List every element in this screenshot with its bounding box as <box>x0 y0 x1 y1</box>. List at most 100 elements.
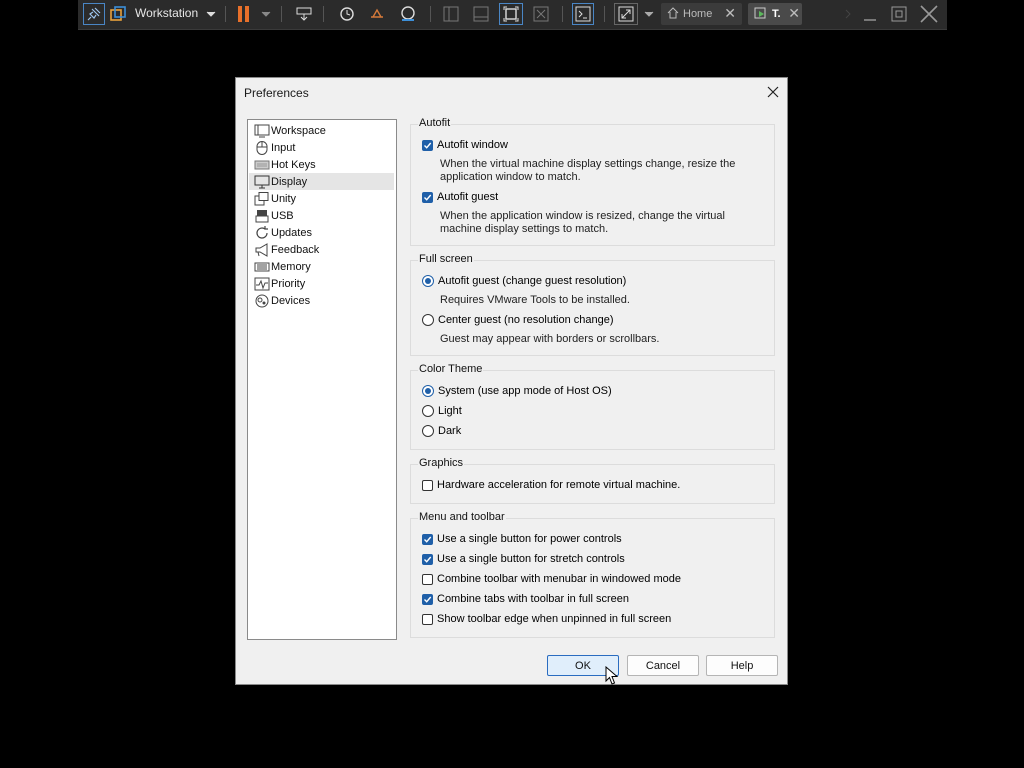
single-stretch-button-checkbox[interactable]: Use a single button for stretch controls <box>422 552 625 566</box>
chevron-right-icon <box>845 9 851 19</box>
checkbox-checked-icon <box>422 593 433 605</box>
tab-home[interactable]: Home ✕ <box>661 3 742 25</box>
minimize-icon <box>862 6 878 22</box>
workstation-logo-icon <box>109 3 127 25</box>
show-toolbar-edge-checkbox[interactable]: Show toolbar edge when unpinned in full … <box>422 612 671 626</box>
nav-label: Display <box>271 175 308 188</box>
nav-label: Input <box>271 141 296 154</box>
center-guest-radio[interactable]: Center guest (no resolution change) <box>422 313 614 327</box>
close-tab-icon[interactable]: ✕ <box>788 6 800 20</box>
app-menu-dropdown[interactable] <box>204 3 218 25</box>
radio-label: System (use app mode of Host OS) <box>438 385 612 397</box>
preferences-nav-list: Workspace Input Hot Keys Display Unity U… <box>247 119 397 640</box>
menu-toolbar-group: Menu and toolbar Use a single button for… <box>410 511 775 638</box>
stretch-button[interactable] <box>614 3 638 25</box>
close-tab-icon[interactable]: ✕ <box>724 6 736 20</box>
autofit-guest-radio[interactable]: Autofit guest (change guest resolution) <box>422 274 626 288</box>
tab-scroll-right[interactable] <box>842 3 854 25</box>
checkbox-checked-icon <box>422 139 433 151</box>
theme-light-radio[interactable]: Light <box>422 404 462 418</box>
single-power-button-checkbox[interactable]: Use a single button for power controls <box>422 532 622 546</box>
help-button[interactable]: Help <box>706 655 778 676</box>
full-screen-icon <box>503 6 519 22</box>
workspace-icon <box>254 124 270 138</box>
mouse-cursor-icon <box>605 665 619 689</box>
color-theme-group: Color Theme System (use app mode of Host… <box>410 363 775 450</box>
priority-icon <box>254 277 270 291</box>
checkbox-label: Hardware acceleration for remote virtual… <box>437 479 681 491</box>
tab-vm[interactable]: T. ✕ <box>748 3 802 25</box>
nav-item-devices[interactable]: Devices <box>249 292 394 309</box>
nav-item-workspace[interactable]: Workspace <box>249 122 394 139</box>
close-window-button[interactable] <box>919 3 939 25</box>
usb-icon <box>254 209 270 223</box>
autofit-group: Autofit Autofit window When the virtual … <box>410 117 775 246</box>
combine-tabs-toolbar-checkbox[interactable]: Combine tabs with toolbar in full screen <box>422 592 629 606</box>
checkbox-label: Use a single button for stretch controls <box>437 553 625 565</box>
pause-icon <box>237 6 251 22</box>
theme-system-radio[interactable]: System (use app mode of Host OS) <box>422 384 612 398</box>
radio-label: Center guest (no resolution change) <box>438 314 614 326</box>
cancel-button[interactable]: Cancel <box>627 655 699 676</box>
autofit-guest-checkbox[interactable]: Autofit guest <box>422 190 498 204</box>
console-view-button[interactable] <box>572 3 594 25</box>
nav-item-memory[interactable]: Memory <box>249 258 394 275</box>
unity-button[interactable] <box>531 3 551 25</box>
restore-button[interactable] <box>890 3 908 25</box>
group-title: Graphics <box>418 457 465 469</box>
monitor-icon <box>254 175 270 189</box>
checkbox-label: Use a single button for power controls <box>437 533 622 545</box>
dialog-close-button[interactable] <box>765 84 781 100</box>
snapshot-manager-button[interactable] <box>398 3 418 25</box>
show-thumbnail-bar-button[interactable] <box>471 3 491 25</box>
nav-label: Hot Keys <box>271 158 316 171</box>
checkbox-unchecked-icon <box>422 573 433 585</box>
show-library-button[interactable] <box>441 3 461 25</box>
checkbox-label: Autofit window <box>437 139 508 151</box>
combine-toolbar-menubar-checkbox[interactable]: Combine toolbar with menubar in windowed… <box>422 572 681 586</box>
theme-dark-radio[interactable]: Dark <box>422 424 461 438</box>
nav-item-updates[interactable]: Updates <box>249 224 394 241</box>
radio-unselected-icon <box>422 405 434 417</box>
nav-item-feedback[interactable]: Feedback <box>249 241 394 258</box>
snapshot-manager-icon <box>399 5 417 23</box>
tab-label: Home <box>683 8 713 20</box>
radio-unselected-icon <box>422 425 434 437</box>
nav-label: Updates <box>271 226 312 239</box>
radio-label: Dark <box>438 425 462 437</box>
nav-item-unity[interactable]: Unity <box>249 190 394 207</box>
send-ctrl-alt-del-button[interactable] <box>294 3 314 25</box>
hardware-acceleration-checkbox[interactable]: Hardware acceleration for remote virtual… <box>422 478 680 492</box>
nav-item-display[interactable]: Display <box>249 173 394 190</box>
group-title: Full screen <box>418 253 474 265</box>
snapshot-button[interactable] <box>336 3 356 25</box>
chevron-down-icon <box>644 11 654 17</box>
nav-item-usb[interactable]: USB <box>249 207 394 224</box>
minimize-button[interactable] <box>861 3 879 25</box>
stretch-dropdown[interactable] <box>642 3 656 25</box>
nav-item-priority[interactable]: Priority <box>249 275 394 292</box>
power-dropdown[interactable] <box>259 3 273 25</box>
autofit-window-checkbox[interactable]: Autofit window <box>422 138 508 152</box>
nav-label: Workspace <box>271 124 326 137</box>
megaphone-icon <box>254 242 270 257</box>
refresh-icon <box>254 225 270 240</box>
checkbox-label: Combine toolbar with menubar in windowed… <box>437 573 681 585</box>
pause-button[interactable] <box>236 3 252 25</box>
revert-snapshot-button[interactable] <box>367 3 387 25</box>
nav-label: Priority <box>271 277 306 290</box>
center-guest-radio-description: Guest may appear with borders or scrollb… <box>440 333 660 345</box>
checkbox-checked-icon <box>422 533 433 545</box>
nav-item-input[interactable]: Input <box>249 139 394 156</box>
full-screen-button[interactable] <box>499 3 523 25</box>
nav-label: USB <box>271 209 294 222</box>
pin-button[interactable] <box>83 3 105 25</box>
nav-label: Devices <box>271 294 311 307</box>
checkbox-label: Show toolbar edge when unpinned in full … <box>437 613 672 625</box>
group-title: Color Theme <box>418 363 484 375</box>
nav-label: Unity <box>271 192 297 205</box>
radio-unselected-icon <box>422 314 434 326</box>
nav-item-hot-keys[interactable]: Hot Keys <box>249 156 394 173</box>
radio-selected-icon <box>422 385 434 397</box>
home-icon <box>667 6 679 22</box>
